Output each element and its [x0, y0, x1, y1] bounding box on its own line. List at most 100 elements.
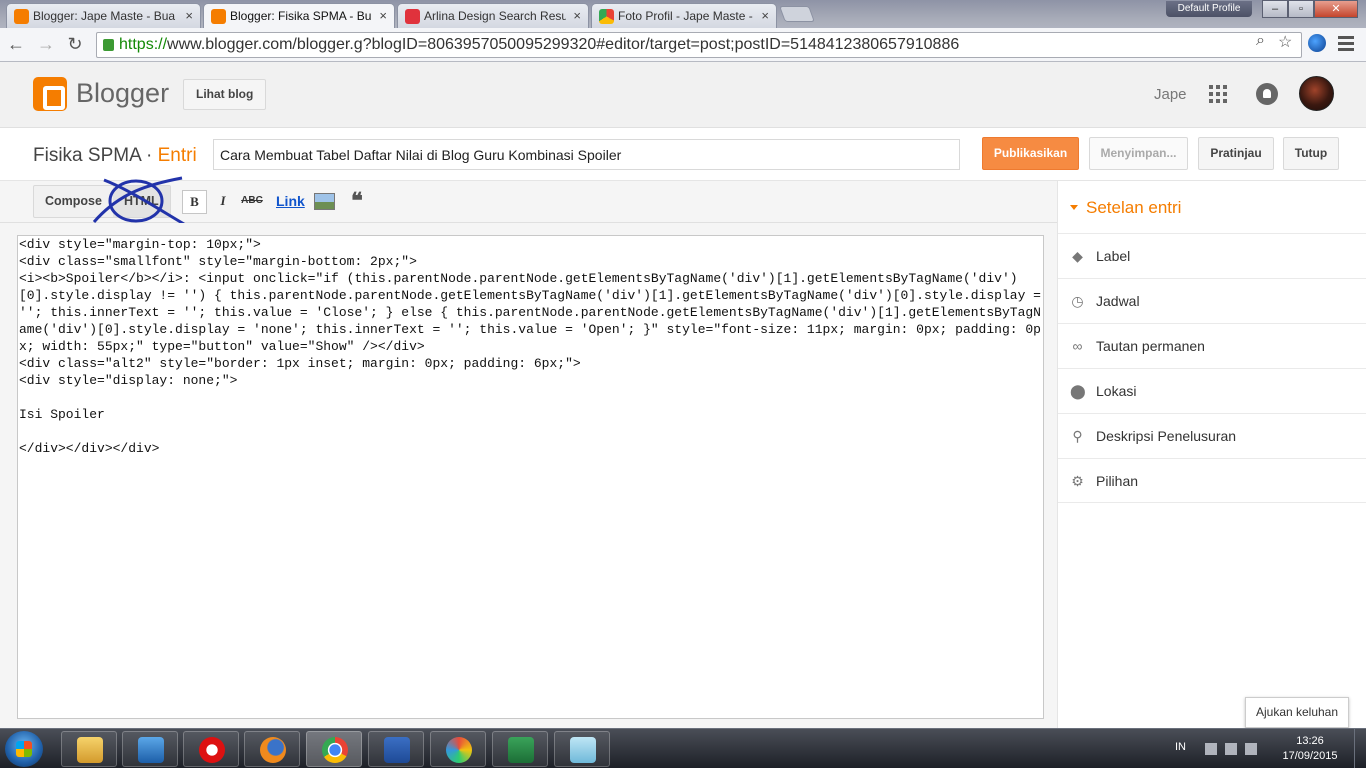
- sidebar-item-options[interactable]: ⚙ Pilihan: [1058, 458, 1366, 503]
- taskbar-clock[interactable]: 13:26 17/09/2015: [1278, 734, 1342, 764]
- browser-tab-1[interactable]: Blogger: Jape Maste - Bua ×: [6, 3, 201, 28]
- lock-icon: [103, 39, 114, 51]
- preview-button[interactable]: Pratinjau: [1198, 137, 1274, 170]
- blogger-logo-icon[interactable]: [33, 77, 67, 111]
- sidebar-item-text: Deskripsi Penelusuran: [1096, 428, 1237, 444]
- breadcrumb-separator: ·: [145, 145, 153, 166]
- view-blog-button[interactable]: Lihat blog: [183, 79, 267, 110]
- tab-title: Arlina Design Search Resu: [424, 9, 566, 23]
- url-text: www.blogger.com/blogger.g?blogID=8063957…: [167, 36, 960, 53]
- apps-grid-icon[interactable]: [1209, 85, 1227, 103]
- clock-icon: ◷: [1071, 293, 1084, 309]
- bold-button[interactable]: B: [182, 190, 207, 214]
- post-settings-heading[interactable]: Setelan entri: [1070, 198, 1181, 218]
- insert-image-icon[interactable]: [314, 193, 335, 210]
- close-tab-icon[interactable]: ×: [761, 8, 769, 23]
- close-tab-icon[interactable]: ×: [573, 8, 581, 23]
- network-signal-icon[interactable]: [1225, 743, 1237, 755]
- reload-icon[interactable]: ↻: [64, 33, 86, 55]
- paint-task[interactable]: [430, 731, 486, 767]
- post-settings-heading-label: Setelan entri: [1086, 198, 1182, 217]
- search-icon: ⚲: [1072, 428, 1083, 444]
- code-line: <div class="smallfont" style="margin-bot…: [19, 254, 417, 269]
- tab-title: Blogger: Jape Maste - Bua: [33, 9, 176, 23]
- post-title-input[interactable]: [213, 139, 960, 170]
- quote-icon[interactable]: ❝: [351, 188, 363, 214]
- picasa-favicon-icon: [599, 9, 614, 24]
- editor-area: <div style="margin-top: 10px;"> <div clas…: [0, 223, 1057, 728]
- code-line: <div style="display: none;">: [19, 373, 238, 388]
- report-abuse-button[interactable]: Ajukan keluhan: [1245, 697, 1349, 728]
- minimize-icon[interactable]: –: [1262, 0, 1288, 18]
- italic-button[interactable]: I: [211, 190, 235, 214]
- sidebar-item-location[interactable]: ⬤ Lokasi: [1058, 368, 1366, 413]
- sidebar-item-permalink[interactable]: ∞ Tautan permanen: [1058, 323, 1366, 368]
- notes-task[interactable]: [554, 731, 610, 767]
- address-bar[interactable]: https://www.blogger.com/blogger.g?blogID…: [96, 32, 1302, 58]
- excel-task[interactable]: [492, 731, 548, 767]
- volume-icon[interactable]: [1245, 743, 1257, 755]
- publish-button[interactable]: Publikasikan: [982, 137, 1079, 170]
- excel-icon: [508, 737, 534, 763]
- close-tab-icon[interactable]: ×: [185, 8, 193, 23]
- blogger-favicon-icon: [211, 9, 226, 24]
- show-desktop-button[interactable]: [1354, 729, 1366, 768]
- sidebar-item-label[interactable]: ◆ Label: [1058, 233, 1366, 278]
- blog-name[interactable]: Fisika SPMA: [33, 145, 141, 166]
- post-title-bar: Fisika SPMA · Entri Publikasikan Menyimp…: [0, 128, 1366, 181]
- sidebar-item-text: Pilihan: [1096, 473, 1139, 489]
- html-code-editor[interactable]: <div style="margin-top: 10px;"> <div clas…: [17, 235, 1044, 719]
- tag-icon: ◆: [1072, 248, 1083, 264]
- word-icon: [384, 737, 410, 763]
- sidebar-item-text: Label: [1096, 248, 1131, 264]
- browser-tab-3[interactable]: Arlina Design Search Resu ×: [397, 3, 589, 28]
- code-line: <div class="alt2" style="border: 1px ins…: [19, 356, 581, 371]
- strikethrough-button[interactable]: ABC: [240, 190, 264, 214]
- menu-icon[interactable]: [1338, 36, 1354, 54]
- firefox-task[interactable]: [244, 731, 300, 767]
- caret-down-icon: [1070, 205, 1078, 210]
- chrome-icon: [322, 737, 348, 763]
- close-button[interactable]: Tutup: [1283, 137, 1339, 170]
- extension-icon[interactable]: [1308, 34, 1326, 52]
- back-arrow-icon[interactable]: ←: [5, 33, 27, 55]
- browser-tab-4[interactable]: Foto Profil - Jape Maste - ×: [591, 3, 777, 28]
- maximize-icon[interactable]: ▫: [1288, 0, 1314, 18]
- link-button[interactable]: Link: [276, 190, 305, 214]
- media-player-task[interactable]: [122, 731, 178, 767]
- bookmark-star-icon[interactable]: ☆: [1278, 32, 1292, 52]
- close-tab-icon[interactable]: ×: [379, 8, 387, 23]
- brand-name[interactable]: Blogger: [76, 78, 169, 109]
- opera-task[interactable]: [183, 731, 239, 767]
- tray-arrow-icon[interactable]: [1205, 743, 1217, 755]
- save-button[interactable]: Menyimpan...: [1089, 137, 1188, 170]
- word-task[interactable]: [368, 731, 424, 767]
- chrome-task[interactable]: [306, 731, 362, 767]
- url-scheme: https://: [119, 36, 168, 53]
- user-name[interactable]: Jape: [1154, 86, 1187, 103]
- zoom-icon[interactable]: ⌕: [1256, 32, 1265, 50]
- sidebar-item-schedule[interactable]: ◷ Jadwal: [1058, 278, 1366, 323]
- avatar[interactable]: [1299, 76, 1334, 111]
- explorer-task[interactable]: [61, 731, 117, 767]
- html-mode-button[interactable]: HTML: [112, 186, 170, 217]
- new-tab-button[interactable]: [779, 6, 815, 22]
- sidebar-item-text: Lokasi: [1096, 383, 1137, 399]
- compose-mode-button[interactable]: Compose: [34, 186, 113, 217]
- clock-date: 17/09/2015: [1282, 750, 1338, 762]
- code-line: <div style="margin-top: 10px;">: [19, 237, 261, 252]
- code-line: Isi Spoiler: [19, 407, 105, 422]
- window-close-icon[interactable]: ✕: [1314, 0, 1358, 18]
- sidebar-item-search-description[interactable]: ⚲ Deskripsi Penelusuran: [1058, 413, 1366, 458]
- gear-icon: ⚙: [1071, 473, 1084, 489]
- profile-badge[interactable]: Default Profile: [1166, 1, 1252, 17]
- forward-arrow-icon[interactable]: →: [35, 33, 57, 55]
- post-settings-sidebar: Setelan entri ◆ Label ◷ Jadwal ∞ Tautan …: [1057, 181, 1366, 728]
- language-indicator[interactable]: IN: [1175, 741, 1186, 753]
- code-line: <i><b>Spoiler</b></i>: <input onclick="i…: [19, 271, 1041, 354]
- browser-toolbar: ← → ↻ https://www.blogger.com/blogger.g?…: [0, 28, 1366, 62]
- browser-tab-2[interactable]: Blogger: Fisika SPMA - Bu ×: [203, 3, 395, 29]
- notifications-bell-icon[interactable]: [1256, 83, 1278, 105]
- tab-title: Blogger: Fisika SPMA - Bu: [230, 9, 372, 23]
- start-button-icon[interactable]: [5, 731, 43, 767]
